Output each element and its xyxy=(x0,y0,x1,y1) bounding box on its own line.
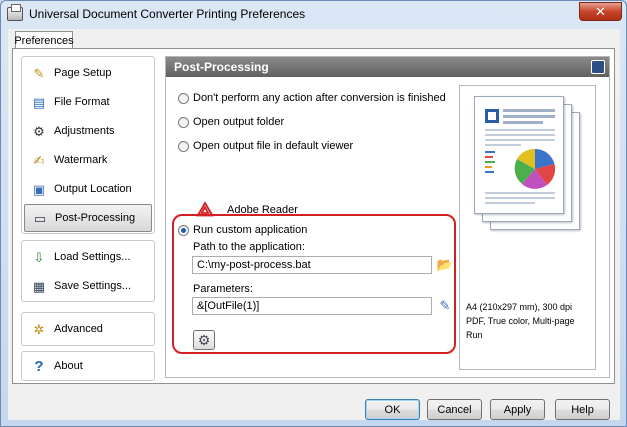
sidebar-item-adjustments[interactable]: ⚙ Adjustments xyxy=(24,117,152,145)
post-processing-panel: Post-Processing Don't perform any action… xyxy=(165,56,610,378)
nav-group-about: ? About xyxy=(21,351,155,381)
option-label: Open output folder xyxy=(193,116,285,128)
adjustments-icon: ⚙ xyxy=(33,123,45,139)
title-bar[interactable]: Universal Document Converter Printing Pr… xyxy=(1,1,626,27)
sidebar-item-label: Advanced xyxy=(54,323,103,335)
radio-run-custom-application[interactable] xyxy=(178,224,189,236)
sidebar-item-advanced[interactable]: ✲ Advanced xyxy=(24,315,152,343)
nav-group-settings-files: ⇩ Load Settings... ▦ Save Settings... xyxy=(21,240,155,302)
nav-group-advanced: ✲ Advanced xyxy=(21,312,155,346)
load-settings-icon: ⇩ xyxy=(33,249,45,265)
option-open-folder[interactable]: Open output folder xyxy=(178,116,284,128)
window-title: Universal Document Converter Printing Pr… xyxy=(29,7,306,21)
document-preview-graphic xyxy=(485,109,556,204)
sidebar-item-label: Post-Processing xyxy=(55,212,136,224)
option-run-custom-application[interactable]: Run custom application xyxy=(178,224,307,236)
option-no-action[interactable]: Don't perform any action after conversio… xyxy=(178,92,446,104)
sidebar-item-save-settings[interactable]: ▦ Save Settings... xyxy=(24,272,152,300)
sidebar-item-watermark[interactable]: ✍ Watermark xyxy=(24,146,152,174)
tab-preferences[interactable]: Preferences xyxy=(14,31,74,49)
application-path-value: C:\my-post-process.bat xyxy=(197,259,311,271)
advanced-parameters-button[interactable]: ⚙ xyxy=(193,330,215,350)
sidebar-item-label: Output Location xyxy=(54,183,132,195)
save-settings-icon: ▦ xyxy=(32,278,46,294)
parameters-value: &[OutFile(1)] xyxy=(197,300,260,312)
sidebar-item-file-format[interactable]: ▤ File Format xyxy=(24,88,152,116)
output-preview: A4 (210x297 mm), 300 dpi PDF, True color… xyxy=(459,85,596,370)
sidebar-item-load-settings[interactable]: ⇩ Load Settings... xyxy=(24,243,152,271)
option-open-viewer[interactable]: Open output file in default viewer xyxy=(178,140,353,152)
close-button[interactable]: ✕ xyxy=(579,2,622,21)
output-location-icon: ▣ xyxy=(32,181,46,197)
sidebar-item-label: Save Settings... xyxy=(54,280,132,292)
sidebar-item-label: Watermark xyxy=(54,154,108,166)
help-button[interactable]: Help xyxy=(555,399,610,420)
preferences-panel: ✎ Page Setup ▤ File Format ⚙ Adjustments… xyxy=(12,48,615,384)
dialog-client: Preferences ✎ Page Setup ▤ File Format ⚙… xyxy=(8,29,620,420)
panel-header-icon xyxy=(591,60,605,74)
option-label: Don't perform any action after conversio… xyxy=(193,92,446,104)
sidebar-item-about[interactable]: ? About xyxy=(24,352,152,380)
preview-info-action: Run xyxy=(466,330,483,340)
panel-header: Post-Processing xyxy=(166,57,609,77)
about-icon: ? xyxy=(34,357,44,375)
post-processing-icon: ▭ xyxy=(33,210,47,226)
radio-open-viewer[interactable] xyxy=(178,140,189,152)
radio-open-folder[interactable] xyxy=(178,116,189,128)
radio-no-action[interactable] xyxy=(178,92,189,104)
sidebar-item-post-processing[interactable]: ▭ Post-Processing xyxy=(24,204,152,232)
parameters-label: Parameters: xyxy=(193,283,253,295)
sidebar-item-label: Load Settings... xyxy=(54,251,131,263)
preview-info-format: PDF, True color, Multi-page xyxy=(466,316,575,326)
sidebar-item-label: Page Setup xyxy=(54,67,112,79)
gear-icon: ⚙ xyxy=(197,331,211,348)
watermark-icon: ✍ xyxy=(33,152,45,168)
sidebar-item-page-setup[interactable]: ✎ Page Setup xyxy=(24,59,152,87)
printer-icon xyxy=(7,4,23,21)
path-label: Path to the application: xyxy=(193,241,305,253)
browse-folder-icon[interactable]: 📂 xyxy=(436,256,454,274)
file-format-icon: ▤ xyxy=(32,94,46,110)
apply-button[interactable]: Apply xyxy=(490,399,545,420)
ok-button[interactable]: OK xyxy=(365,399,420,420)
panel-title: Post-Processing xyxy=(174,60,269,74)
option-label: Run custom application xyxy=(193,224,308,236)
preview-page-front xyxy=(474,96,564,214)
sidebar-item-output-location[interactable]: ▣ Output Location xyxy=(24,175,152,203)
edit-parameters-icon[interactable]: ✎ xyxy=(436,297,454,315)
sidebar-item-label: About xyxy=(54,360,83,372)
sidebar-item-label: File Format xyxy=(54,96,110,108)
parameters-input[interactable]: &[OutFile(1)] xyxy=(192,297,432,315)
option-label: Open output file in default viewer xyxy=(193,140,354,152)
nav-group-settings: ✎ Page Setup ▤ File Format ⚙ Adjustments… xyxy=(21,56,155,234)
preferences-window: Universal Document Converter Printing Pr… xyxy=(0,0,627,427)
sidebar-item-label: Adjustments xyxy=(54,125,115,137)
cancel-button[interactable]: Cancel xyxy=(427,399,482,420)
advanced-icon: ✲ xyxy=(33,321,45,337)
application-path-input[interactable]: C:\my-post-process.bat xyxy=(192,256,432,274)
page-setup-icon: ✎ xyxy=(33,65,45,81)
preview-info-size: A4 (210x297 mm), 300 dpi xyxy=(466,302,573,312)
